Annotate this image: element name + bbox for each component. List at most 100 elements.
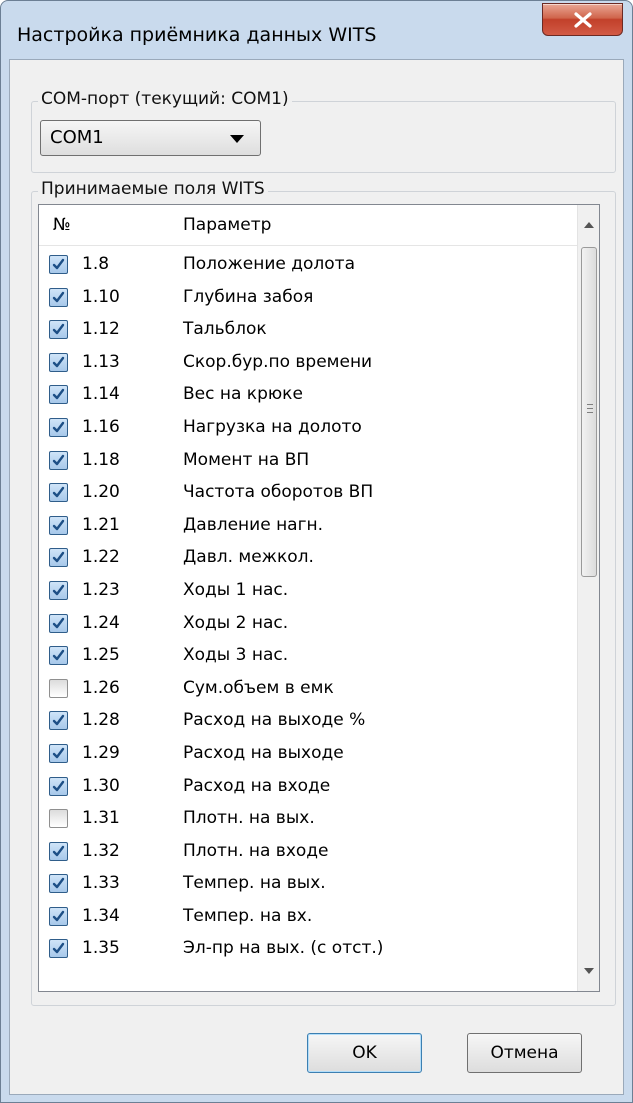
ok-button[interactable]: OK <box>307 1033 422 1073</box>
row-parameter: Положение долота <box>183 254 355 274</box>
row-checkbox[interactable] <box>49 613 68 633</box>
checkmark-icon <box>52 519 65 530</box>
row-checkbox[interactable] <box>49 483 68 503</box>
row-checkbox[interactable] <box>49 711 68 731</box>
wits-fields-group-label: Принимаемые поля WITS <box>38 179 268 199</box>
com-port-group-label: COM-порт (текущий: COM1) <box>38 89 292 109</box>
list-item[interactable]: 1.12 Тальблок <box>39 314 577 347</box>
list-item[interactable]: 1.30 Расход на входе <box>39 771 577 804</box>
row-parameter: Глубина забоя <box>183 286 314 307</box>
list-item[interactable]: 1.33 Темпер. на вых. <box>39 868 577 901</box>
row-checkbox[interactable] <box>49 450 68 470</box>
row-number: 1.22 <box>82 547 120 568</box>
row-number: 1.10 <box>82 286 120 307</box>
checkmark-icon <box>52 323 65 335</box>
row-checkbox[interactable] <box>49 320 68 340</box>
row-checkbox[interactable] <box>49 874 68 894</box>
row-checkbox[interactable] <box>49 939 68 959</box>
row-number: 1.25 <box>82 645 120 666</box>
list-item[interactable]: 1.14 Вес на крюке <box>39 379 577 412</box>
dialog-window: Настройка приёмника данных WITS COM-порт… <box>0 0 633 1103</box>
checkmark-icon <box>52 878 65 889</box>
list-item[interactable]: 1.29 Расход на выходе <box>39 738 577 771</box>
com-port-select[interactable]: COM1 <box>40 120 261 156</box>
row-parameter: Тальблок <box>183 319 267 340</box>
list-item[interactable]: 1.26 Сум.объем в емк <box>39 673 577 706</box>
row-parameter: Нагрузка на долото <box>183 416 362 437</box>
list-item[interactable]: 1.25 Ходы 3 нас. <box>39 640 577 673</box>
checkmark-icon <box>52 421 65 433</box>
row-parameter: Скор.бур.по времени <box>183 351 373 372</box>
row-checkbox[interactable] <box>49 906 68 926</box>
column-header-parameter[interactable]: Параметр <box>183 215 271 235</box>
row-parameter: Расход на входе <box>183 775 331 796</box>
list-item[interactable]: 1.21 Давление нагн. <box>39 510 577 543</box>
row-parameter: Ходы 1 нас. <box>183 579 289 600</box>
list-item[interactable]: 1.18 Момент на ВП <box>39 445 577 478</box>
row-checkbox[interactable] <box>49 352 68 372</box>
close-x-icon <box>574 12 592 28</box>
list-item[interactable]: 1.35 Эл-пр на вых. (с отст.) <box>39 933 577 966</box>
row-checkbox[interactable] <box>49 678 68 698</box>
row-parameter: Расход на выходе % <box>183 710 366 731</box>
grip-line <box>587 408 593 409</box>
row-number: 1.30 <box>82 775 120 796</box>
row-number: 1.31 <box>82 808 120 829</box>
row-checkbox[interactable] <box>49 776 68 796</box>
list-item[interactable]: 1.31 Плотн. на вых. <box>39 803 577 836</box>
row-checkbox[interactable] <box>49 646 68 666</box>
row-checkbox[interactable] <box>49 809 68 829</box>
row-checkbox[interactable] <box>49 417 68 437</box>
row-number: 1.29 <box>82 742 120 763</box>
list-item[interactable]: 1.16 Нагрузка на долото <box>39 412 577 445</box>
row-number: 1.8 <box>82 254 110 274</box>
list-item[interactable]: 1.23 Ходы 1 нас. <box>39 575 577 608</box>
checkmark-icon <box>52 845 65 856</box>
row-checkbox[interactable] <box>49 385 68 405</box>
scrollbar-thumb[interactable] <box>581 247 597 577</box>
row-number: 1.34 <box>82 905 120 926</box>
row-checkbox[interactable] <box>49 841 68 861</box>
list-item[interactable]: 1.24 Ходы 2 нас. <box>39 608 577 641</box>
wits-fields-list[interactable]: № Параметр 1.8 Положение долота 1.10 Глубин… <box>38 204 600 992</box>
checkmark-icon <box>52 552 65 563</box>
list-item[interactable]: 1.28 Расход на выходе % <box>39 705 577 738</box>
row-checkbox[interactable] <box>49 743 68 763</box>
row-checkbox[interactable] <box>49 548 68 568</box>
row-checkbox[interactable] <box>49 287 68 307</box>
checkmark-icon <box>52 715 65 726</box>
scroll-up-arrow-icon[interactable] <box>584 222 594 228</box>
checkmark-icon <box>52 943 65 954</box>
list-item[interactable]: 1.20 Частота оборотов ВП <box>39 477 577 510</box>
row-parameter: Расход на выходе <box>183 742 344 763</box>
row-parameter: Ходы 3 нас. <box>183 645 289 666</box>
chevron-down-icon <box>230 135 244 143</box>
row-parameter: Эл-пр на вых. (с отст.) <box>183 938 384 959</box>
vertical-scrollbar[interactable] <box>577 205 599 991</box>
row-checkbox[interactable] <box>49 255 68 274</box>
row-checkbox[interactable] <box>49 515 68 535</box>
grip-line <box>587 412 593 413</box>
checkmark-icon <box>52 291 65 302</box>
checkmark-icon <box>52 780 65 791</box>
column-header-number[interactable]: № <box>53 215 71 235</box>
list-item[interactable]: 1.13 Скор.бур.по времени <box>39 347 577 380</box>
list-item[interactable]: 1.34 Темпер. на вх. <box>39 901 577 934</box>
checkmark-icon <box>52 747 65 759</box>
title-bar[interactable]: Настройка приёмника данных WITS <box>1 1 632 59</box>
row-number: 1.20 <box>82 482 120 503</box>
list-item[interactable]: 1.8 Положение долота <box>39 249 577 282</box>
row-parameter: Сум.объем в емк <box>183 677 334 698</box>
row-checkbox[interactable] <box>49 580 68 600</box>
window-title: Настройка приёмника данных WITS <box>17 24 377 46</box>
row-parameter: Давл. межкол. <box>183 547 314 568</box>
scroll-down-arrow-icon[interactable] <box>584 968 594 974</box>
cancel-button[interactable]: Отмена <box>467 1033 582 1073</box>
close-button[interactable] <box>542 3 623 36</box>
list-item[interactable]: 1.10 Глубина забоя <box>39 282 577 315</box>
list-item[interactable]: 1.32 Плотн. на входе <box>39 836 577 869</box>
row-parameter: Давление нагн. <box>183 514 324 535</box>
list-item[interactable]: 1.22 Давл. межкол. <box>39 542 577 575</box>
row-number: 1.35 <box>82 938 120 959</box>
row-parameter: Плотн. на вых. <box>183 808 315 829</box>
